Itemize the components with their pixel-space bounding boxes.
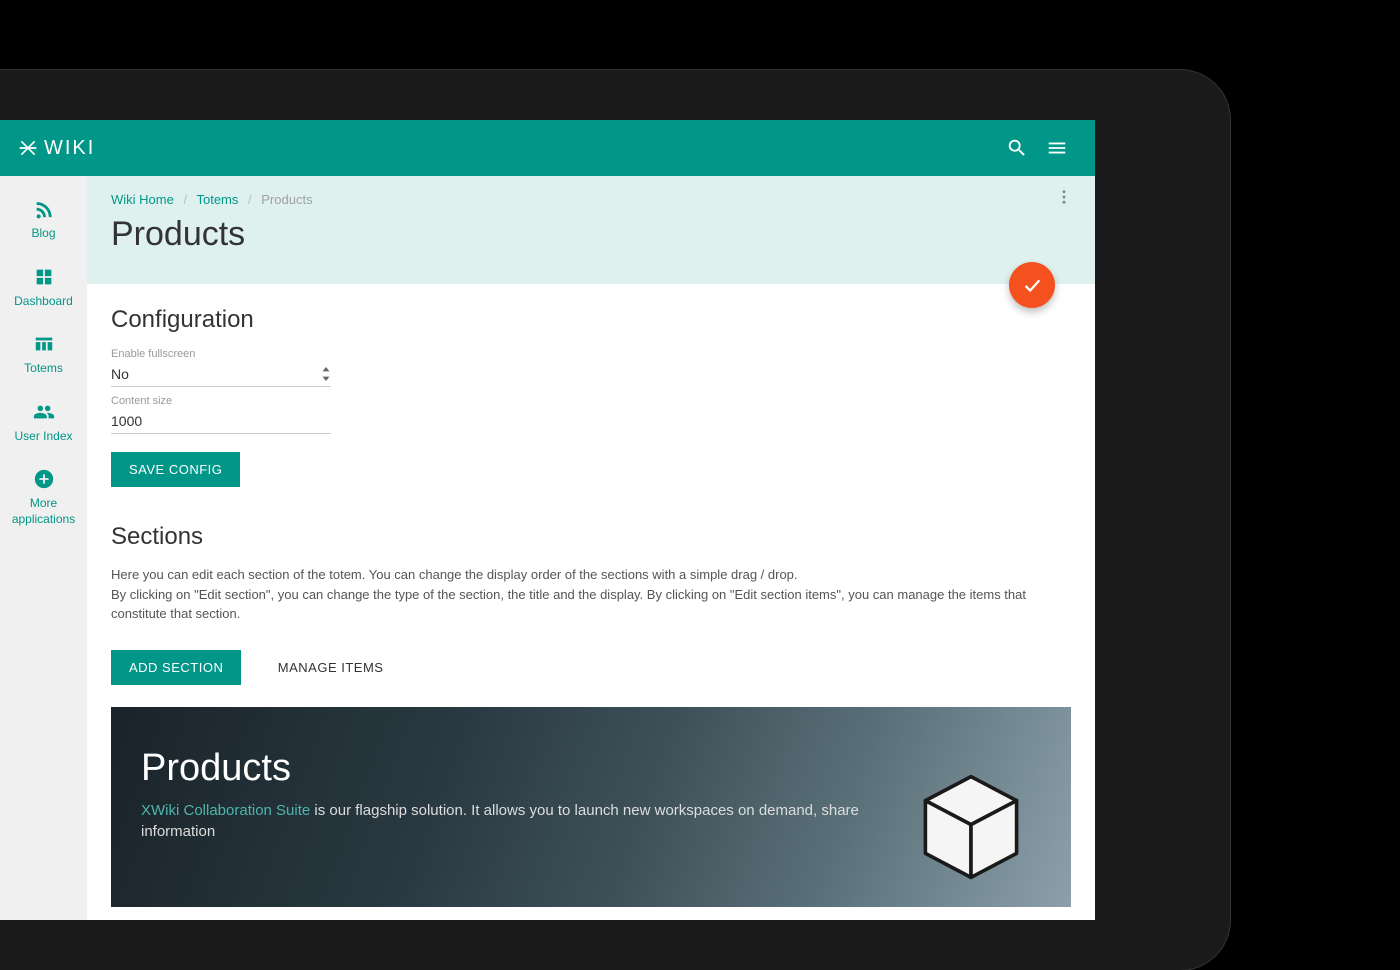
sidebar-item-label: Blog bbox=[31, 226, 55, 242]
page-actions-menu[interactable] bbox=[1055, 188, 1073, 211]
preview-highlight: XWiki Collaboration Suite bbox=[141, 802, 310, 819]
unfold-icon bbox=[321, 367, 331, 381]
device-frame: WIKI Blog Dashboard bbox=[0, 70, 1230, 970]
page-header: Wiki Home / Totems / Products Products bbox=[87, 176, 1095, 284]
breadcrumb-sep: / bbox=[183, 192, 187, 207]
brand-mark-icon bbox=[18, 138, 38, 158]
search-button[interactable] bbox=[997, 128, 1037, 168]
sidebar-item-totems[interactable]: Totems bbox=[0, 321, 87, 389]
add-section-button[interactable]: ADD SECTION bbox=[111, 650, 241, 685]
size-label: Content size bbox=[111, 395, 331, 407]
fullscreen-value: No bbox=[111, 366, 129, 382]
breadcrumb-home[interactable]: Wiki Home bbox=[111, 192, 174, 207]
hamburger-icon bbox=[1046, 137, 1068, 159]
config-heading: Configuration bbox=[111, 306, 1071, 334]
fullscreen-label: Enable fullscreen bbox=[111, 348, 331, 360]
sidebar-item-blog[interactable]: Blog bbox=[0, 186, 87, 254]
field-content-size: Content size bbox=[111, 395, 331, 434]
main-area: Wiki Home / Totems / Products Products bbox=[87, 176, 1095, 920]
dots-vertical-icon bbox=[1055, 188, 1073, 206]
page-title: Products bbox=[111, 215, 1071, 254]
sidebar-item-user-index[interactable]: User Index bbox=[0, 389, 87, 457]
check-icon bbox=[1021, 274, 1043, 296]
size-input[interactable] bbox=[111, 409, 331, 434]
manage-items-button[interactable]: MANAGE ITEMS bbox=[260, 650, 402, 685]
section-preview-card[interactable]: Products XWiki Collaboration Suite is ou… bbox=[111, 707, 1071, 907]
top-bar: WIKI bbox=[0, 120, 1095, 176]
content: Configuration Enable fullscreen No Conte… bbox=[87, 284, 1095, 920]
fullscreen-select[interactable]: No bbox=[111, 362, 331, 387]
sidebar-item-label: User Index bbox=[14, 429, 72, 445]
preview-body: XWiki Collaboration Suite is our flagshi… bbox=[141, 800, 901, 842]
breadcrumb-parent[interactable]: Totems bbox=[196, 192, 238, 207]
sidebar-item-more[interactable]: More applications bbox=[0, 456, 87, 539]
save-config-button[interactable]: SAVE CONFIG bbox=[111, 452, 240, 487]
breadcrumb-current: Products bbox=[261, 192, 312, 207]
confirm-fab[interactable] bbox=[1009, 262, 1055, 308]
plus-circle-icon bbox=[33, 468, 55, 490]
brand-name: WIKI bbox=[44, 137, 95, 160]
sidebar-item-dashboard[interactable]: Dashboard bbox=[0, 254, 87, 322]
table-icon bbox=[33, 333, 55, 355]
field-fullscreen: Enable fullscreen No bbox=[111, 348, 331, 387]
cube-icon bbox=[911, 767, 1031, 887]
sections-help: Here you can edit each section of the to… bbox=[111, 565, 1071, 624]
brand-logo[interactable]: WIKI bbox=[18, 137, 95, 160]
screen: WIKI Blog Dashboard bbox=[0, 120, 1095, 920]
breadcrumb-sep: / bbox=[248, 192, 252, 207]
grid-icon bbox=[33, 266, 55, 288]
search-icon bbox=[1006, 137, 1028, 159]
rss-icon bbox=[33, 198, 55, 220]
sections-heading: Sections bbox=[111, 523, 1071, 551]
users-icon bbox=[33, 401, 55, 423]
preview-title: Products bbox=[141, 747, 1041, 790]
sidebar-item-label: More applications bbox=[4, 496, 83, 527]
sidebar-item-label: Totems bbox=[24, 361, 63, 377]
sidebar-item-label: Dashboard bbox=[14, 294, 73, 310]
breadcrumb: Wiki Home / Totems / Products bbox=[111, 192, 1071, 207]
sidebar: Blog Dashboard Totems User Index More ap… bbox=[0, 176, 87, 920]
menu-button[interactable] bbox=[1037, 128, 1077, 168]
